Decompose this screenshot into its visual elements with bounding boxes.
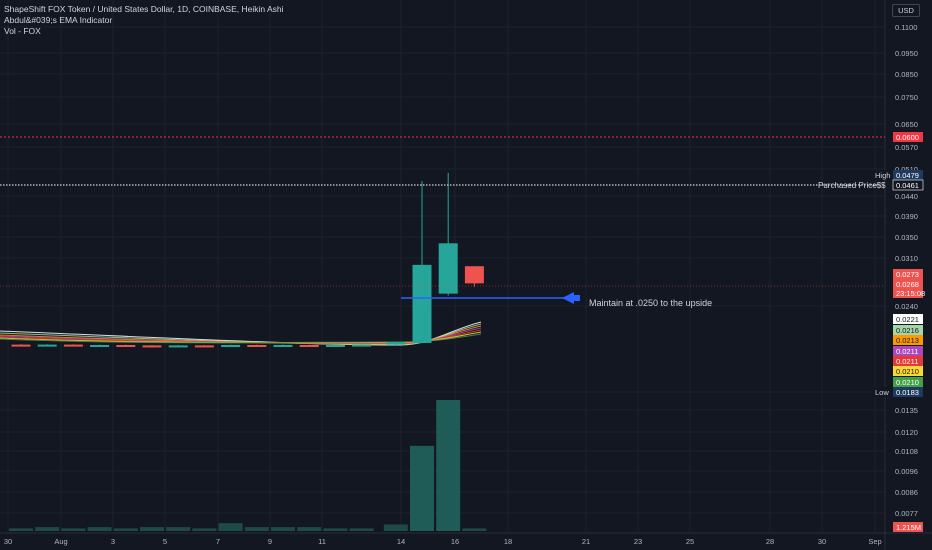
volume-bar: [9, 528, 33, 531]
candle-body: [386, 342, 406, 345]
volume-bar: [297, 527, 322, 531]
arrow-icon: [562, 292, 580, 304]
candle-body: [116, 345, 136, 347]
y-tick-label: 0.1100: [895, 23, 917, 32]
candle-body: [168, 345, 188, 348]
volume-bar: [61, 528, 86, 531]
x-tick-label: 3: [111, 537, 115, 546]
volume-bar: [140, 527, 164, 531]
candle-body: [464, 266, 484, 284]
candle-body: [90, 345, 110, 347]
volume-bar: [35, 527, 60, 531]
price-tag-label: High: [875, 171, 890, 180]
candle-body: [63, 344, 83, 347]
price-tag-value: 0.0210: [896, 378, 919, 387]
y-tick-label: 0.0240: [895, 302, 918, 311]
x-tick-label: 14: [397, 537, 405, 546]
maintain-annotation[interactable]: Maintain at .0250 to the upside: [589, 298, 712, 308]
volume-indicator-label[interactable]: Vol - FOX: [4, 26, 284, 37]
volume-bar: [244, 527, 269, 531]
price-tag-value: 0.0600: [896, 133, 919, 142]
price-tag-value: 0.0211: [896, 347, 918, 356]
candle-body: [299, 345, 319, 347]
x-tick-label: 18: [504, 537, 512, 546]
y-tick-label: 0.0440: [895, 192, 918, 201]
price-tag-value: 0.0461: [896, 181, 919, 190]
price-tag-value: 0.0221: [896, 315, 919, 324]
y-tick-label: 0.0750: [895, 93, 918, 102]
ema-indicator-label[interactable]: Abdul&#039;s EMA Indicator: [4, 15, 284, 26]
y-tick-label: 0.0850: [895, 70, 918, 79]
symbol-title[interactable]: ShapeShift FOX Token / United States Dol…: [4, 4, 284, 15]
candle-body: [11, 344, 31, 347]
price-tag-label: Low: [875, 388, 889, 397]
price-tag-value: 0.0210: [896, 367, 919, 376]
x-tick-label: 25: [686, 537, 694, 546]
x-tick-label: 30: [818, 537, 826, 546]
candle-body: [325, 345, 345, 347]
chart-root: 0.1100 0.0950 0.0850 0.0750 0.0650 0.0570 0.05…: [0, 0, 932, 550]
candle-body: [221, 345, 241, 347]
x-tick-label: 16: [451, 537, 459, 546]
x-tick-label: Aug: [54, 537, 67, 546]
candle-body: [412, 264, 432, 343]
price-tag-value: 0.0183: [896, 388, 919, 397]
y-tick-label: 0.0120: [895, 428, 918, 437]
x-tick-label: 9: [268, 537, 272, 546]
volume-bar: [271, 527, 295, 531]
x-tick-label: 21: [582, 537, 590, 546]
volume-bar: [218, 523, 243, 531]
candle-body: [352, 344, 372, 347]
volume-bar: [462, 528, 487, 531]
price-tag-value: 0.0211: [896, 357, 918, 366]
x-tick-label: 5: [163, 537, 167, 546]
purchased-price-label[interactable]: Purchased Price$$: [818, 181, 886, 190]
candle-body: [142, 345, 162, 348]
price-tag-value: 1.215M: [896, 523, 921, 532]
candle-body: [37, 344, 57, 347]
x-tick-label: 28: [766, 537, 774, 546]
x-tick-label: 7: [216, 537, 220, 546]
x-tick-label: 11: [318, 537, 326, 546]
volume-bar: [323, 528, 348, 531]
y-tick-label: 0.0570: [895, 143, 918, 152]
volume-bar: [410, 445, 434, 531]
price-tag-value: 0.0268: [896, 280, 919, 289]
x-tick-label: 23: [634, 537, 642, 546]
price-tag-value: 0.0273: [896, 270, 919, 279]
currency-button[interactable]: USD: [892, 4, 920, 17]
y-tick-label: 0.0650: [895, 120, 918, 129]
volume-bar: [166, 527, 191, 531]
y-tick-label: 0.0310: [895, 254, 918, 263]
volume-bar: [349, 528, 374, 531]
y-tick-label: 0.0108: [895, 447, 918, 456]
price-tag-value: 23:15:08: [896, 289, 925, 298]
x-tick-label: 30: [4, 537, 12, 546]
candle-body: [194, 345, 214, 348]
candle-body: [247, 345, 267, 347]
volume-bar: [192, 528, 217, 531]
y-tick-label: 0.0950: [895, 49, 918, 58]
price-tag-value: 0.0213: [896, 336, 919, 345]
candlestick-chart[interactable]: 0.11000.09500.08500.07500.06500.05700.05…: [0, 0, 932, 550]
y-tick-label: 0.0096: [895, 467, 918, 476]
y-tick-label: 0.0390: [895, 212, 918, 221]
volume-bar: [113, 528, 138, 531]
x-tick-label: Sep: [868, 537, 881, 546]
y-tick-label: 0.0350: [895, 233, 918, 242]
chart-legend: ShapeShift FOX Token / United States Dol…: [4, 4, 284, 37]
price-tag-value: 0.0479: [896, 171, 919, 180]
volume-bar: [383, 524, 408, 531]
volume-bar: [87, 527, 112, 531]
candle-body: [273, 345, 293, 347]
y-tick-label: 0.0086: [895, 488, 918, 497]
y-tick-label: 0.0135: [895, 406, 918, 415]
volume-bar: [436, 400, 461, 531]
price-tag-value: 0.0216: [896, 326, 919, 335]
y-tick-label: 0.0077: [895, 509, 918, 518]
